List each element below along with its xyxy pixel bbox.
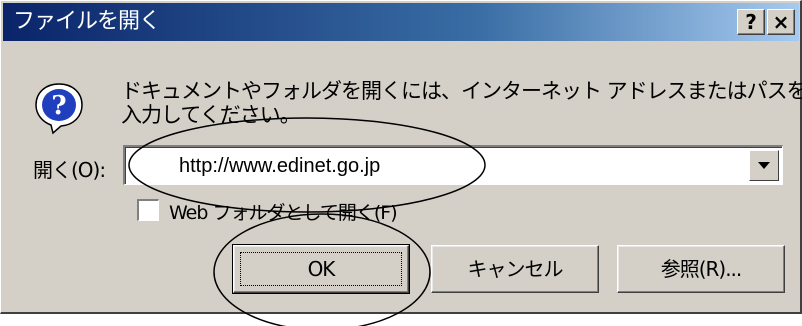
instruction-message: ドキュメントやフォルダを開くには、インターネット アドレスまたはパスを 入力して… (121, 79, 802, 127)
web-folder-checkbox[interactable] (137, 199, 159, 221)
close-button[interactable]: × (767, 9, 795, 35)
svg-text:?: ? (51, 91, 66, 121)
message-line-1: ドキュメントやフォルダを開くには、インターネット アドレスまたはパスを (121, 79, 802, 103)
browse-button[interactable]: 参照(R)... (617, 245, 785, 293)
focus-ring (240, 252, 402, 286)
dropdown-button[interactable] (749, 150, 779, 181)
open-file-dialog: ファイルを開く ? × ? ドキュメントやフォルダを開くには、インターネット ア… (0, 0, 802, 314)
dialog-title: ファイルを開く (13, 9, 161, 34)
cancel-button[interactable]: キャンセル (431, 245, 599, 293)
help-button[interactable]: ? (737, 9, 765, 35)
open-field-label: 開く(O): (33, 158, 106, 182)
ok-button[interactable]: OK (232, 244, 410, 294)
question-icon: ? (33, 81, 85, 139)
message-line-2: 入力してください。 (121, 103, 301, 127)
web-folder-checkbox-label[interactable]: Web フォルダとして開く(F) (169, 198, 398, 225)
address-input[interactable]: http://www.edinet.go.jp (179, 155, 380, 178)
address-combobox[interactable]: http://www.edinet.go.jp (123, 145, 783, 185)
chevron-down-icon (758, 162, 770, 169)
title-bar[interactable]: ファイルを開く ? × (3, 3, 799, 41)
